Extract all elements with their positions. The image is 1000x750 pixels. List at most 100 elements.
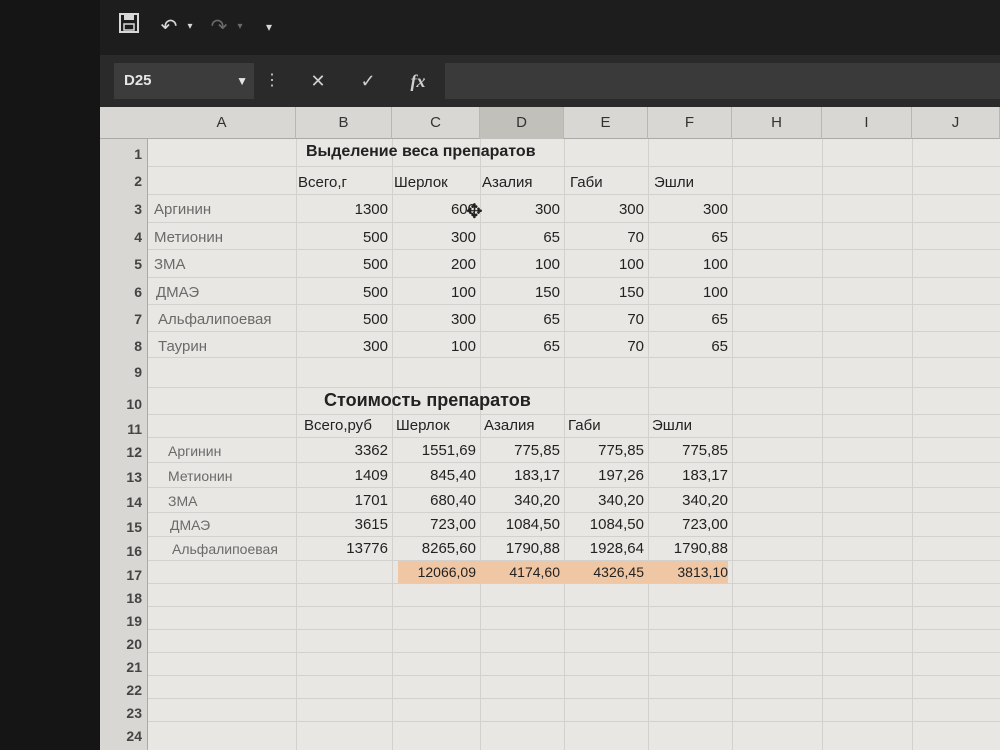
weights-cell: 65 [543, 229, 560, 246]
column-header-h[interactable]: H [732, 107, 822, 139]
weights-cell: 300 [362, 338, 388, 355]
redo-dropdown-icon[interactable]: ▾ [234, 12, 246, 42]
column-header-a[interactable]: A [148, 107, 296, 139]
costs-header-azalia: Азалия [484, 417, 535, 434]
row-header[interactable]: 16 [100, 539, 148, 564]
weights-item-name: ЗМА [154, 256, 186, 273]
row-header-bar: 1 2 3 4 5 6 7 8 9 10 11 12 13 14 15 16 1… [100, 139, 148, 750]
row-header[interactable]: 12 [100, 440, 148, 465]
row-header[interactable]: 8 [100, 334, 148, 359]
weights-item-name: Аргинин [154, 201, 212, 218]
costs-cell: 340,20 [598, 492, 644, 509]
costs-item-name: ДМАЭ [170, 517, 211, 533]
weights-cell: 65 [711, 311, 728, 328]
move-cursor-icon: ✥ [466, 201, 483, 223]
row-header[interactable]: 20 [100, 632, 148, 657]
weights-cell: 65 [543, 338, 560, 355]
row-header[interactable]: 9 [100, 360, 148, 385]
weights-header-total: Всего,г [298, 174, 347, 191]
weights-header-azalia: Азалия [482, 174, 533, 191]
name-box[interactable]: D25 ▼ [114, 63, 254, 99]
row-header[interactable]: 3 [100, 197, 148, 222]
enter-icon[interactable]: ✓ [350, 63, 386, 99]
costs-cell: 183,17 [514, 467, 560, 484]
costs-cell: 13776 [346, 540, 388, 557]
weights-cell: 500 [362, 284, 388, 301]
name-box-value: D25 [124, 72, 152, 89]
costs-cell: 340,20 [514, 492, 560, 509]
redo-icon[interactable]: ↷ [204, 12, 234, 42]
costs-cell: 845,40 [430, 467, 476, 484]
weights-cell: 100 [702, 284, 728, 301]
column-header-f[interactable]: F [648, 107, 732, 139]
row-header[interactable]: 13 [100, 465, 148, 490]
costs-cell: 3615 [354, 516, 388, 533]
insert-function-icon[interactable]: fx [400, 63, 436, 99]
costs-cell: 1551,69 [421, 442, 476, 459]
row-header[interactable]: 14 [100, 490, 148, 515]
more-options-icon[interactable]: ⋮ [264, 63, 280, 99]
row-header[interactable]: 4 [100, 225, 148, 250]
costs-item-name: ЗМА [168, 493, 198, 509]
undo-dropdown-icon[interactable]: ▾ [184, 12, 196, 42]
costs-total-sherlock: 12066,09 [417, 564, 476, 580]
costs-cell: 1084,50 [505, 516, 560, 533]
formula-input[interactable] [445, 63, 1000, 99]
row-header[interactable]: 11 [100, 417, 148, 442]
undo-icon[interactable]: ↶ [154, 12, 184, 42]
costs-title: Стоимость препаратов [324, 390, 531, 410]
weights-cell: 100 [702, 256, 728, 273]
costs-total-gabi: 4326,45 [593, 564, 644, 580]
row-header[interactable]: 22 [100, 678, 148, 703]
weights-cell: 300 [450, 311, 476, 328]
row-header[interactable]: 5 [100, 252, 148, 277]
costs-cell: 3362 [354, 442, 388, 459]
row-header[interactable]: 1 [100, 142, 148, 167]
weights-cell: 300 [450, 229, 476, 246]
weights-cell: 70 [627, 311, 644, 328]
cancel-icon[interactable]: ✕ [300, 63, 336, 99]
weights-title: Выделение веса препаратов [306, 143, 536, 160]
monitor-bezel [0, 0, 100, 750]
row-header[interactable]: 21 [100, 655, 148, 680]
customize-qat-icon[interactable]: ▾ [260, 12, 278, 42]
column-header-c[interactable]: C [392, 107, 480, 139]
column-header-b[interactable]: B [296, 107, 392, 139]
column-header-j[interactable]: J [912, 107, 1000, 139]
costs-cell: 723,00 [430, 516, 476, 533]
row-header[interactable]: 15 [100, 515, 148, 540]
weights-cell: 200 [450, 256, 476, 273]
weights-cell: 70 [627, 229, 644, 246]
save-icon[interactable] [116, 12, 142, 42]
costs-header-ashley: Эшли [652, 417, 692, 434]
row-header[interactable]: 23 [100, 701, 148, 726]
row-header[interactable]: 18 [100, 586, 148, 611]
costs-total-azalia: 4174,60 [509, 564, 560, 580]
column-header-i[interactable]: I [822, 107, 912, 139]
column-header-d[interactable]: D [480, 107, 564, 139]
chevron-down-icon[interactable]: ▼ [236, 63, 248, 99]
row-header[interactable]: 17 [100, 563, 148, 588]
costs-cell: 775,85 [514, 442, 560, 459]
row-header[interactable]: 7 [100, 307, 148, 332]
costs-cell: 183,17 [682, 467, 728, 484]
costs-header-total: Всего,руб [304, 417, 372, 434]
column-header-e[interactable]: E [564, 107, 648, 139]
weights-cell: 100 [534, 256, 560, 273]
costs-header-gabi: Габи [568, 417, 601, 434]
costs-cell: 723,00 [682, 516, 728, 533]
row-header[interactable]: 6 [100, 280, 148, 305]
weights-item-name: Метионин [154, 229, 224, 246]
row-header[interactable]: 19 [100, 609, 148, 634]
weights-cell: 65 [711, 338, 728, 355]
costs-cell: 680,40 [430, 492, 476, 509]
row-header[interactable]: 10 [100, 392, 148, 417]
row-header[interactable]: 24 [100, 724, 148, 749]
weights-cell: 1300 [354, 201, 388, 218]
weights-cell: 65 [543, 311, 560, 328]
weights-cell: 100 [450, 338, 476, 355]
row-header[interactable]: 2 [100, 169, 148, 194]
weights-header-sherlock: Шерлок [394, 174, 448, 191]
weights-cell: 500 [362, 311, 388, 328]
cell-grid[interactable]: Выделение веса препаратов Всего,г Шерлок… [148, 139, 1000, 750]
